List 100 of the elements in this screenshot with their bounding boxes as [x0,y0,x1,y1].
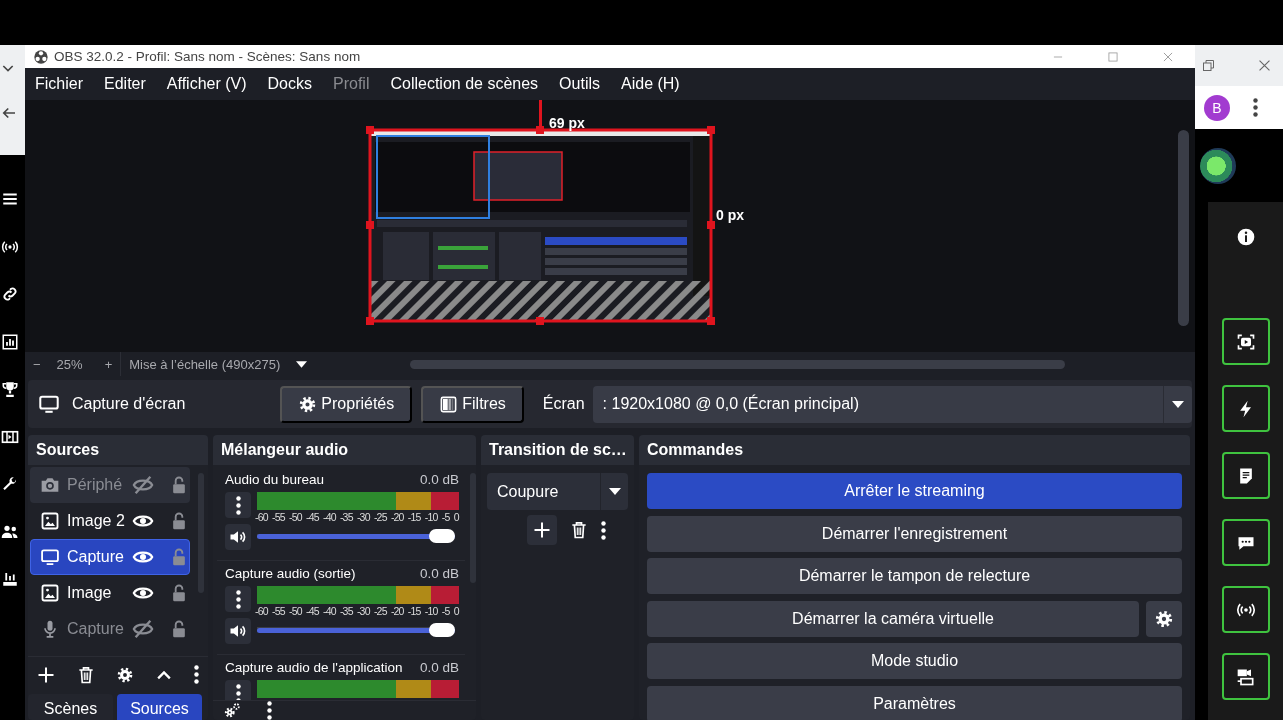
trophy-icon[interactable] [1,380,19,398]
image-icon [40,583,60,603]
info-icon[interactable] [1235,227,1256,247]
scale-label: -10 [424,511,438,523]
zoom-in-button[interactable]: + [96,356,121,372]
command-button[interactable]: Démarrer la caméra virtuelle [647,600,1139,637]
menu-item[interactable]: Outils [559,75,600,93]
dock-tab[interactable]: Scènes [28,694,113,720]
channel-level-reading: 0.0 dB [419,659,459,675]
dock-tab[interactable]: Sources [117,694,202,720]
horizontal-scrollbar[interactable] [410,359,1066,369]
menu-item[interactable]: Fichier [35,75,83,93]
scale-label: -35 [339,605,353,617]
scale-label: -45 [305,511,319,523]
eye-slash-icon[interactable] [132,474,154,496]
scale-label: -5 [441,605,450,617]
source-name: Capture [67,548,125,566]
source-name: Image [67,584,113,602]
dock-title: Commandes [639,435,1190,465]
scale-label: -20 [390,511,404,523]
menu-item[interactable]: Editer [104,75,146,93]
account-avatar[interactable]: B [1204,94,1230,121]
source-button[interactable]: Propriétés [280,385,413,423]
mute-button[interactable] [225,524,251,550]
guide-line [539,100,542,126]
wrench-icon[interactable] [1,475,19,493]
source-item[interactable]: Image 2 [30,503,190,539]
more-icon[interactable] [1253,98,1258,118]
scale-label: -10 [424,605,438,617]
scale-label: -15 [407,511,421,523]
gear-icon[interactable] [116,665,134,684]
scale-label: -60 [255,605,268,617]
scale-label: -25 [373,605,387,617]
dock-title: Sources [28,435,208,465]
scale-label: -55 [272,511,285,523]
scale-mode-dropdown[interactable]: Mise à l’échelle (490x275) [120,352,316,376]
zoom-out-button[interactable]: − [25,356,49,372]
source-item[interactable]: Image [30,575,190,611]
command-button[interactable]: Arrêter le streaming [647,473,1182,509]
channel-menu-button[interactable] [225,680,251,700]
trash-icon[interactable] [76,664,96,685]
channel-menu-button[interactable] [225,586,251,612]
menu-item[interactable]: Afficher (V) [166,75,247,93]
panel-button[interactable] [1221,519,1270,566]
command-button[interactable]: Démarrer le tampon de relecture [647,558,1182,594]
settings-button[interactable] [1146,600,1182,637]
more-icon[interactable] [194,665,199,685]
slider-thumb[interactable] [429,623,455,637]
profile-avatar[interactable] [1200,147,1236,184]
menu-item[interactable]: Docks [267,75,312,93]
display-select[interactable]: : 1920x1080 @ 0,0 (Écran principal) [592,385,1192,423]
panel-button[interactable] [1221,452,1270,499]
menu-item[interactable]: Collection de scènes [390,75,539,93]
command-button[interactable]: Mode studio [647,643,1182,679]
source-button[interactable]: Filtres [421,385,524,423]
eye-slash-icon[interactable] [132,618,154,640]
channel-name: Audio du bureau [225,471,325,487]
scale-label: -50 [288,605,302,617]
more-icon [235,495,241,515]
trash-icon[interactable] [569,520,589,540]
more-icon[interactable] [601,520,606,540]
scale-label: -55 [272,605,285,617]
transition-dropdown[interactable]: Coupure [487,473,628,510]
gear-icon [1154,608,1174,629]
scale-label: -60 [255,511,268,523]
command-button[interactable]: Démarrer l'enregistrement [647,515,1182,552]
channel-menu-button[interactable] [225,492,251,518]
panel-button[interactable] [1221,653,1270,700]
field-label: Écran [542,395,585,413]
slider-thumb[interactable] [429,529,455,543]
source-name: Capture [67,620,125,638]
obs-logo-icon [33,48,49,65]
add-button[interactable] [527,515,557,545]
scale-label: -35 [339,511,353,523]
more-icon[interactable] [267,701,272,720]
monitor-icon [38,393,60,415]
source-item[interactable]: Capture [30,539,190,575]
distance-label: 0 px [716,207,744,223]
restore-icon[interactable] [1201,57,1216,73]
panel-button[interactable] [1221,586,1270,633]
mute-button[interactable] [225,618,251,644]
dashboard-icon[interactable] [1,570,19,588]
scale-label: -30 [356,605,370,617]
panel-button[interactable] [1221,318,1270,365]
vertical-scrollbar[interactable] [1177,130,1189,326]
channel-level-reading: 0.0 dB [419,471,459,487]
source-name: Capture d'écran [72,395,186,413]
zoom-level: 25% [55,356,84,372]
link-icon[interactable] [1,285,19,303]
channel-level-reading: 0.0 dB [419,565,459,581]
channel-name: Capture audio de l'application [225,659,403,675]
monitor-icon [40,547,60,567]
panel-button[interactable] [1221,385,1270,432]
command-button[interactable]: Paramètres [647,685,1182,720]
menu-item[interactable]: Aide (H) [621,75,680,93]
source-item[interactable]: Capture [30,611,190,647]
gears-icon[interactable] [223,701,241,720]
bar-chart-icon[interactable] [1,332,19,351]
source-item[interactable]: Périphé [30,467,190,503]
scale-label: -50 [288,511,302,523]
